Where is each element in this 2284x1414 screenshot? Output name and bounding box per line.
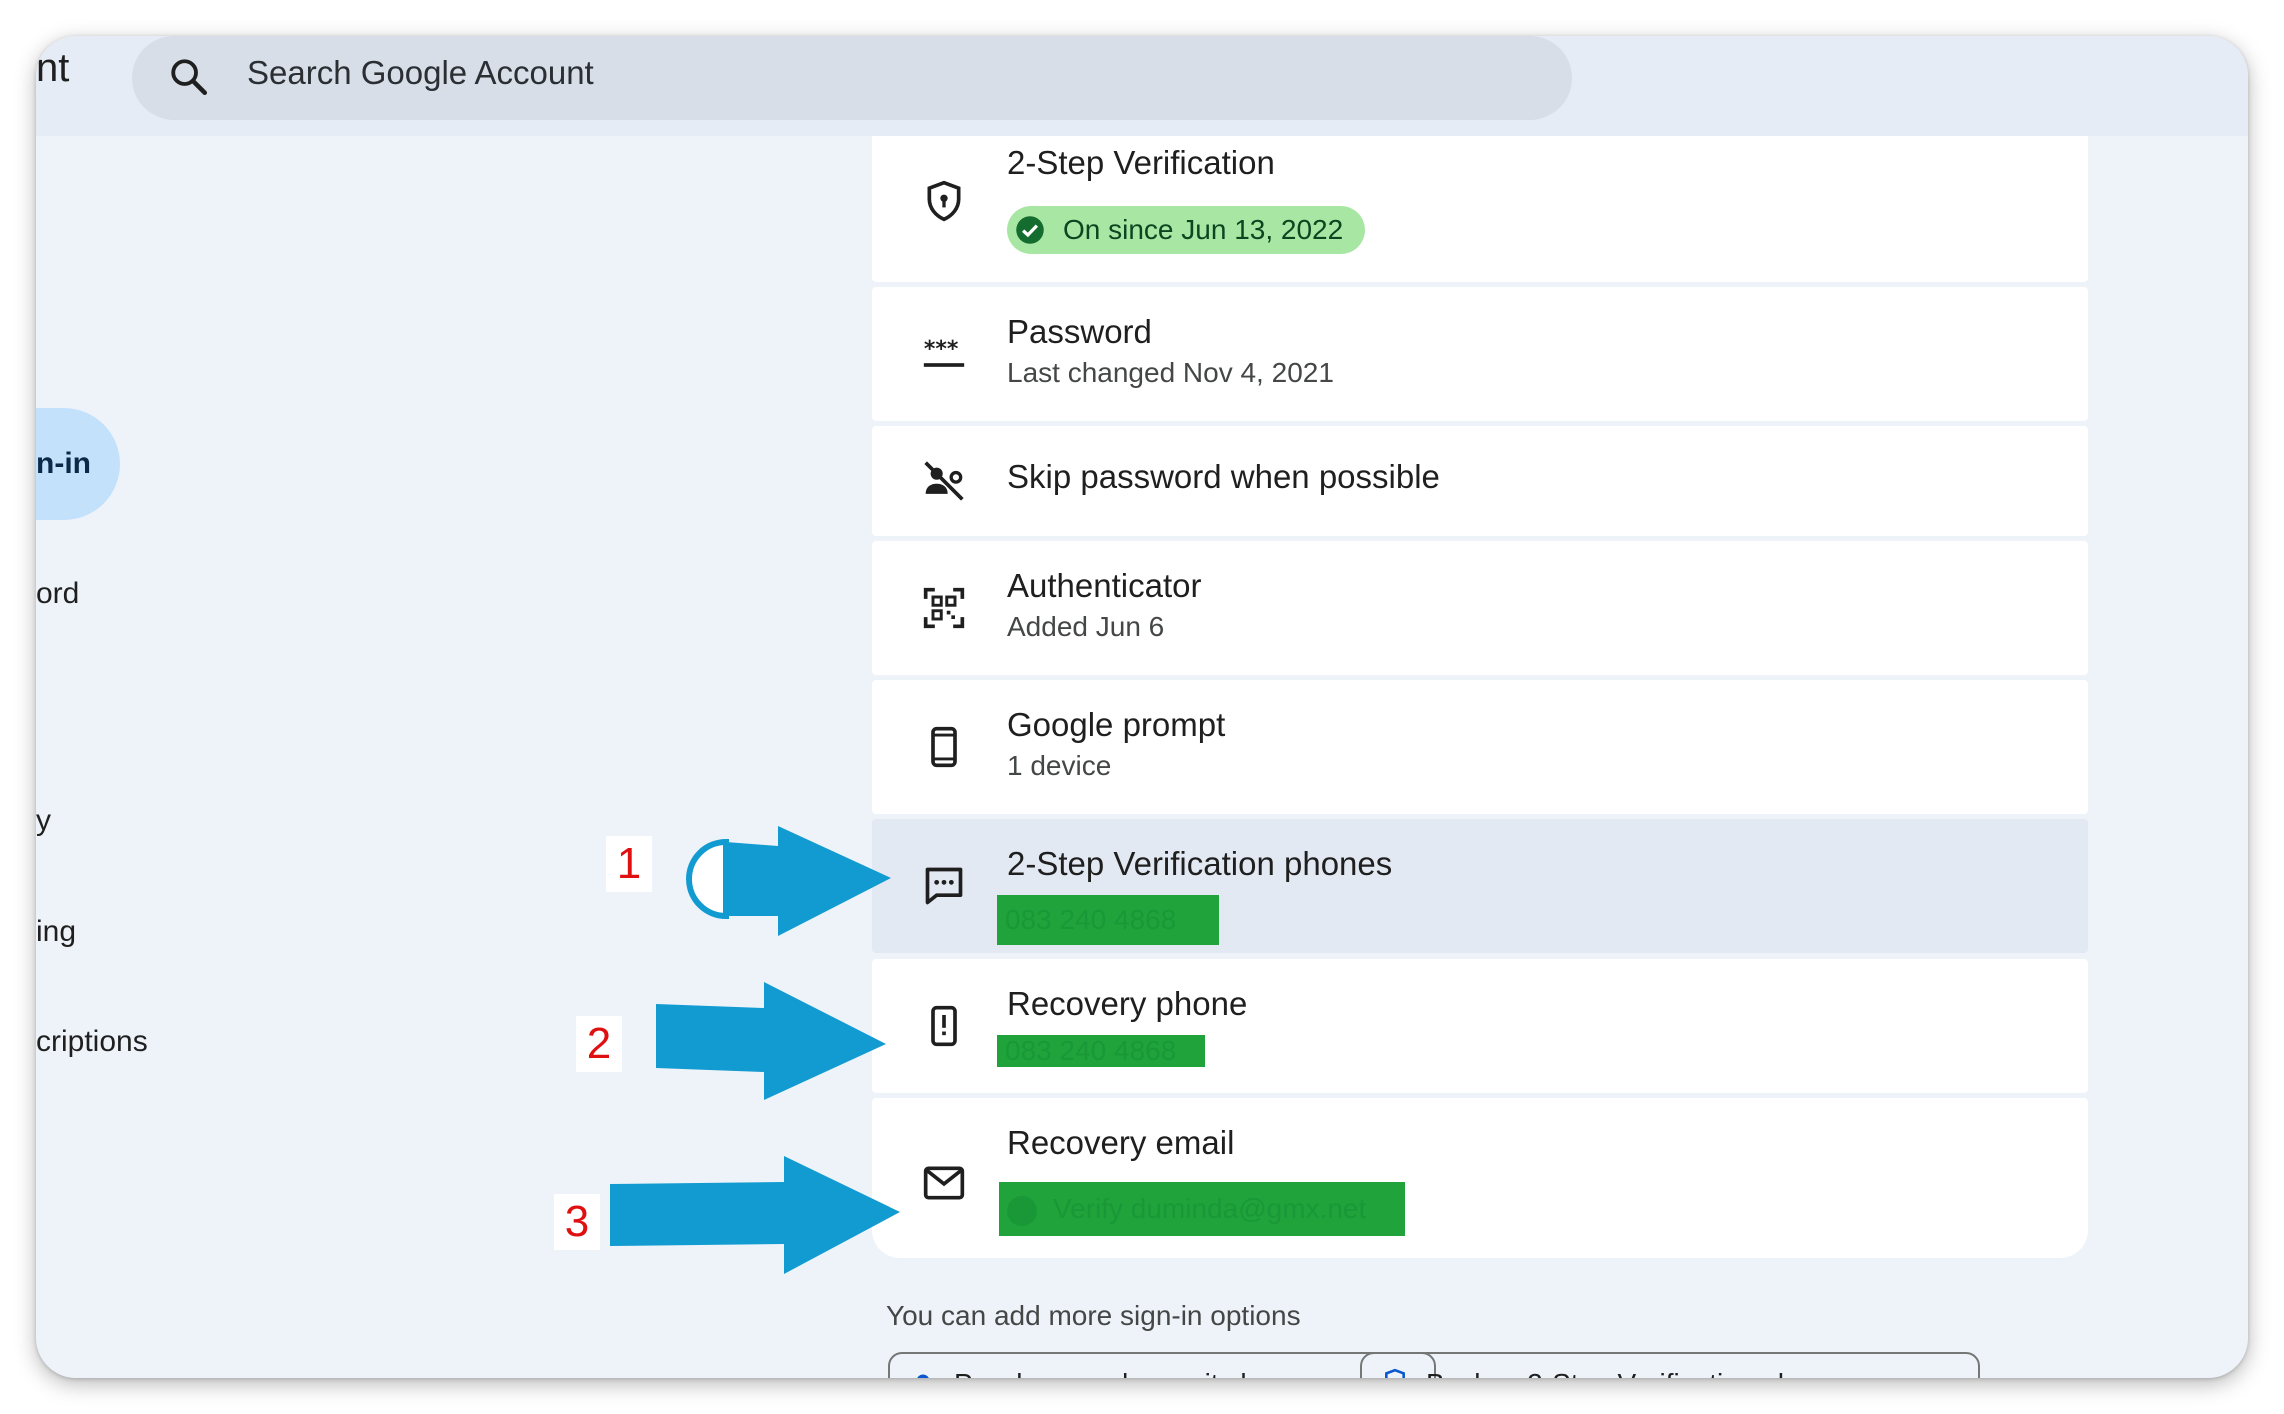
annotation-label-2: 2: [576, 1016, 622, 1072]
row-subtitle: Last changed Nov 4, 2021: [1007, 357, 1334, 388]
top-bar: nt Search Google Account: [36, 36, 2248, 136]
search-input[interactable]: Search Google Account: [132, 36, 1572, 120]
chip-label: Backup 2-Step Verification phones: [1426, 1368, 1854, 1378]
sms-icon: [925, 867, 963, 905]
annotation-label-1: 1: [606, 836, 652, 892]
passkey-off-icon: [924, 461, 964, 501]
qr-code-icon: [923, 587, 965, 629]
row-subtitle: Added Jun 6: [1007, 611, 1165, 642]
mail-icon: [923, 1166, 965, 1200]
sidebar-item-signin[interactable]: n-in: [36, 408, 120, 520]
row-title: Password: [1007, 313, 1152, 350]
browser-window: nt Search Google Account n-in ord y ing …: [36, 36, 2248, 1378]
annotation-label-3: 3: [554, 1194, 600, 1250]
status-badge: On since Jun 13, 2022: [1007, 206, 1366, 254]
backup-phones-chip[interactable]: Backup 2-Step Verification phones: [1360, 1352, 1980, 1378]
email-text: Verify duminda@gmx.net: [1053, 1193, 1367, 1224]
annotation-arrow-1: [686, 826, 891, 936]
row-title: Recovery email: [1007, 1124, 1235, 1161]
row-2sv-phones[interactable]: 2-Step Verification phones 083 240 4868: [872, 819, 2088, 953]
row-title: Authenticator: [1007, 567, 1202, 604]
row-subtitle: 1 device: [1007, 750, 1112, 781]
annotation-arrow-2: [656, 982, 886, 1100]
redacted-phone: 083 240 4868: [997, 1035, 1205, 1067]
row-title: 2-Step Verification: [1007, 144, 1275, 181]
row-google-prompt[interactable]: Google prompt 1 device: [872, 680, 2088, 814]
status-text: On since Jun 13, 2022: [1063, 214, 1344, 245]
row-skip-password[interactable]: Skip password when possible: [872, 426, 2088, 536]
row-authenticator[interactable]: Authenticator Added Jun 6: [872, 541, 2088, 675]
search-placeholder: Search Google Account: [247, 54, 594, 91]
chip-label: Passkeys and security keys: [954, 1368, 1298, 1378]
sidebar-item-security-activity[interactable]: y: [36, 801, 51, 841]
row-recovery-phone[interactable]: Recovery phone 083 240 4868: [872, 959, 2088, 1093]
row-password[interactable]: *** Password Last changed Nov 4, 2021: [872, 287, 2088, 421]
row-2-step-verification[interactable]: 2-Step Verification On since Jun 13, 202…: [872, 136, 2088, 282]
sidebar-item-subscriptions[interactable]: criptions: [36, 1022, 148, 1062]
phone-alert-icon: [931, 1005, 957, 1047]
row-title: Recovery phone: [1007, 985, 1248, 1022]
warning-icon: [1007, 1195, 1037, 1226]
row-title: 2-Step Verification phones: [1007, 845, 1393, 882]
annotation-arrow-3: [610, 1156, 900, 1274]
check-circle-icon: [1016, 216, 1044, 244]
add-more-note: You can add more sign-in options: [886, 1300, 1301, 1331]
shield-lock-icon: [927, 180, 961, 222]
search-icon: [171, 59, 208, 96]
row-title: Skip password when possible: [1007, 458, 1440, 495]
svg-text:***: ***: [924, 337, 959, 362]
row-recovery-email[interactable]: Recovery email Verify duminda@gmx.net: [872, 1098, 2088, 1258]
shield-icon: [1385, 1368, 1405, 1378]
passkeys-chip[interactable]: Passkeys and security keys: [888, 1352, 1436, 1378]
sidebar-item-password[interactable]: ord: [36, 574, 79, 614]
row-title: Google prompt: [1007, 706, 1226, 743]
redacted-email: Verify duminda@gmx.net: [999, 1182, 1405, 1236]
passkey-icon: [917, 1374, 929, 1378]
app-title: nt: [36, 46, 70, 90]
password-dots-icon: ***: [923, 337, 965, 367]
sidebar-item-sharing[interactable]: ing: [36, 912, 76, 952]
phone-icon: [931, 726, 957, 768]
redacted-phone: 083 240 4868: [997, 895, 1219, 945]
